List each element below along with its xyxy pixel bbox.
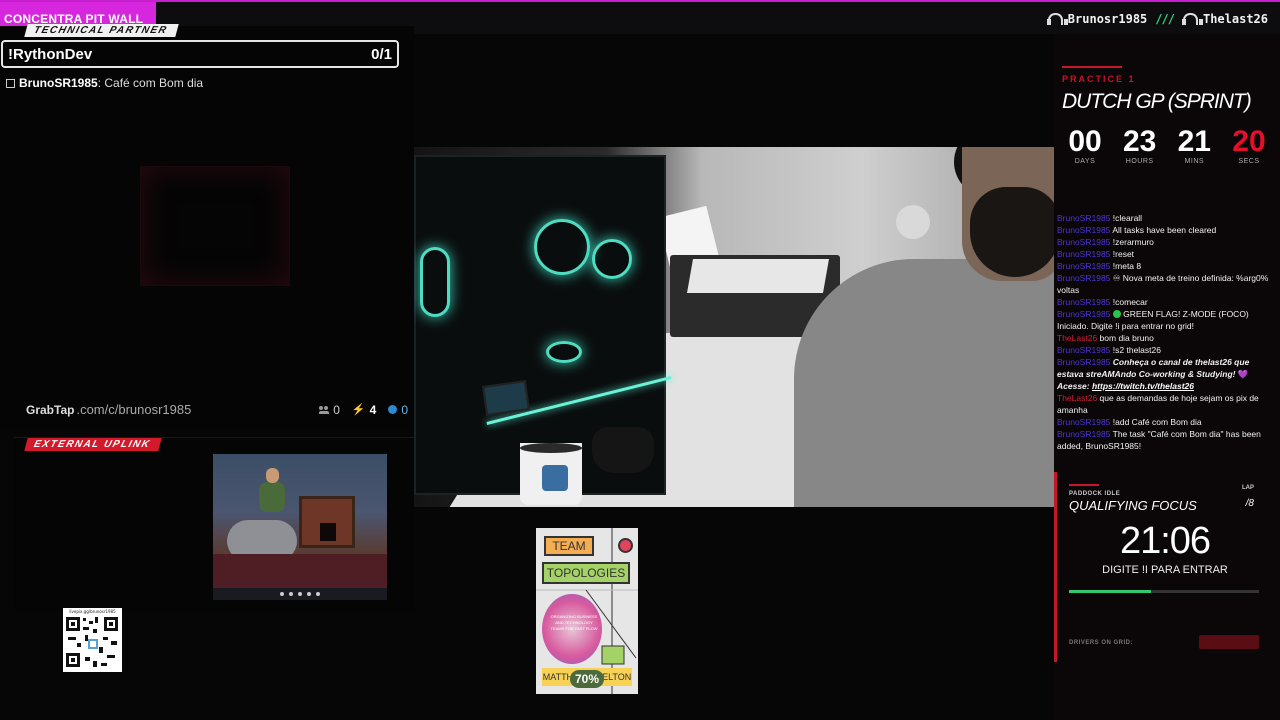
focus-title: QUALIFYING FOCUS [1069,498,1197,513]
streamer-beard-image [970,187,1054,277]
chat-message: BrunoSR1985 !s2 thelast26 [1057,345,1161,355]
mug-image [520,443,582,505]
task-item: BrunoSR1985: Café com Bom dia [6,76,203,90]
gamepad-icon [592,427,654,473]
chat-message: BrunoSR1985 All tasks have been cleared [1057,225,1217,235]
chat-message: BrunoSR1985 !zerarmuro [1057,237,1154,247]
session-label: PRACTICE 1 [1062,74,1136,84]
grabtap-url: .com/c/brunosr1985 [76,402,192,417]
play-icon [388,405,398,414]
plushie-image [896,205,930,239]
chat-message: Acesse: https://twitch.tv/thelast26 [1057,381,1194,391]
qr-code-image [66,617,118,667]
book-subtitle: ORGANIZING BUSINESS AND TECHNOLOGY TEAMS… [550,614,598,631]
users-icon [319,405,330,414]
focus-progress-fill [1069,590,1151,593]
focus-timer: 21:06 [1119,520,1211,562]
chat-log: BrunoSR1985 !clearall BrunoSR1985 All ta… [1057,212,1277,452]
lap-label: LAP [1242,485,1254,491]
mug-logo [542,465,568,491]
book-dot [618,538,633,553]
grabtap-footer: GrabTap .com/c/brunosr1985 0 ⚡ 4 0 [26,402,408,417]
fan-icon [546,341,582,363]
task-user: BrunoSR1985 [19,76,98,90]
lap-value: /8 [1245,498,1254,509]
countdown-days: 00 DAYS [1068,125,1102,166]
task-checkbox [6,78,15,88]
uplink-video[interactable] [213,454,387,600]
countdown: 00 DAYS 23 HOURS 21 MINS 20 SECS [1060,125,1274,166]
grabtap-stats: 0 ⚡ 4 0 [319,403,408,417]
task-count: 0/1 [371,45,392,63]
chat-message: BrunoSR1985 !clearall [1057,213,1143,223]
avatar-head-image [266,468,279,483]
chat-message: TheLast26 bom dia bruno [1057,333,1154,343]
technical-partner-panel: TECHNICAL PARTNER !RythonDev 0/1 BrunoSR… [0,24,414,426]
green-flag-icon [1112,310,1121,318]
technical-partner-tag: TECHNICAL PARTNER [24,24,180,37]
avatar-person-image [259,482,285,512]
stat-users: 0 [333,402,340,417]
stat-bolt: 4 [369,402,377,417]
task-title: !RythonDev [8,45,93,63]
fan-icon [592,239,632,279]
rug-image [213,554,387,588]
streamer-shirt-image [794,259,1054,507]
headset-icon [1046,13,1068,25]
qr-code: livepix.gg/brunosr1985 [63,608,122,672]
chat-message: BrunoSR1985 !add Café com Bom dia [1057,417,1202,427]
chat-message: BrunoSR1985 Conheça o canal de thelast26… [1057,357,1250,379]
phone-image [482,380,530,416]
practice-accent-line [1062,66,1122,68]
fan-icon [534,219,590,275]
decorative-frame [140,166,290,286]
host-1-name: Brunosr1985 [1067,12,1148,26]
external-uplink-panel: EXTERNAL UPLINK [14,437,414,612]
focus-accent-line [1069,484,1099,486]
host-separator: /// [1155,12,1175,26]
chat-message: TheLast26 que as demandas de hoje sejam … [1057,393,1259,415]
right-sidebar: PRACTICE 1 DUTCH GP (SPRINT) 00 DAYS 23 HO… [1054,34,1280,720]
stat-play: 0 [401,402,408,417]
fireplace-image [299,496,355,548]
chat-message: BrunoSR1985 The task "Café com Bom dia" … [1057,429,1261,451]
grabtap-logo: GrabTap [26,403,75,417]
chat-message: BrunoSR1985 GREEN FLAG! Z-MODE (FOCO) In… [1057,309,1249,331]
hosts-bar: Brunosr1985 /// Thelast26 [1046,12,1268,26]
focus-cta: DIGITE !I PARA ENTRAR [1102,564,1228,576]
host-2-name: Thelast26 [1202,12,1268,26]
chat-link[interactable]: https://twitch.tv/thelast26 [1092,381,1194,391]
book-title-team: TEAM [544,536,594,556]
chat-message: BrunoSR1985 !reset [1057,249,1135,259]
race-title: DUTCH GP (SPRINT) [1062,90,1252,113]
focus-widget: PADDOCK IDLE LAP QUALIFYING FOCUS /8 21:… [1054,472,1280,662]
drivers-label: DRIVERS ON GRID: [1069,640,1134,646]
countdown-secs: 20 SECS [1232,125,1266,166]
book-title-topologies: TOPOLOGIES [542,562,630,584]
headset-icon [1181,13,1203,25]
fan-icon [420,247,450,317]
webcam-feed [414,147,1054,507]
drivers-box [1199,635,1259,649]
countdown-mins: 21 MINS [1177,125,1211,166]
chat-message: BrunoSR1985 ♾ Nova meta de treino defini… [1057,273,1269,295]
task-header: !RythonDev 0/1 [1,40,399,68]
bolt-icon: ⚡ [351,404,366,416]
focus-status: PADDOCK IDLE [1069,491,1121,497]
task-text: : Café com Bom dia [97,76,204,90]
external-uplink-tag: EXTERNAL UPLINK [24,438,162,451]
qr-url: livepix.gg/brunosr1985 [69,609,116,614]
printer-tray-image [687,259,829,293]
chat-message: BrunoSR1985 !meta 8 [1057,261,1142,271]
chat-message: BrunoSR1985 !comecar [1057,297,1148,307]
video-controls[interactable] [213,588,387,600]
heart-icon: 💜 [1237,369,1249,379]
reading-progress-badge: 70% [570,670,604,688]
countdown-hours: 23 HOURS [1122,125,1157,166]
